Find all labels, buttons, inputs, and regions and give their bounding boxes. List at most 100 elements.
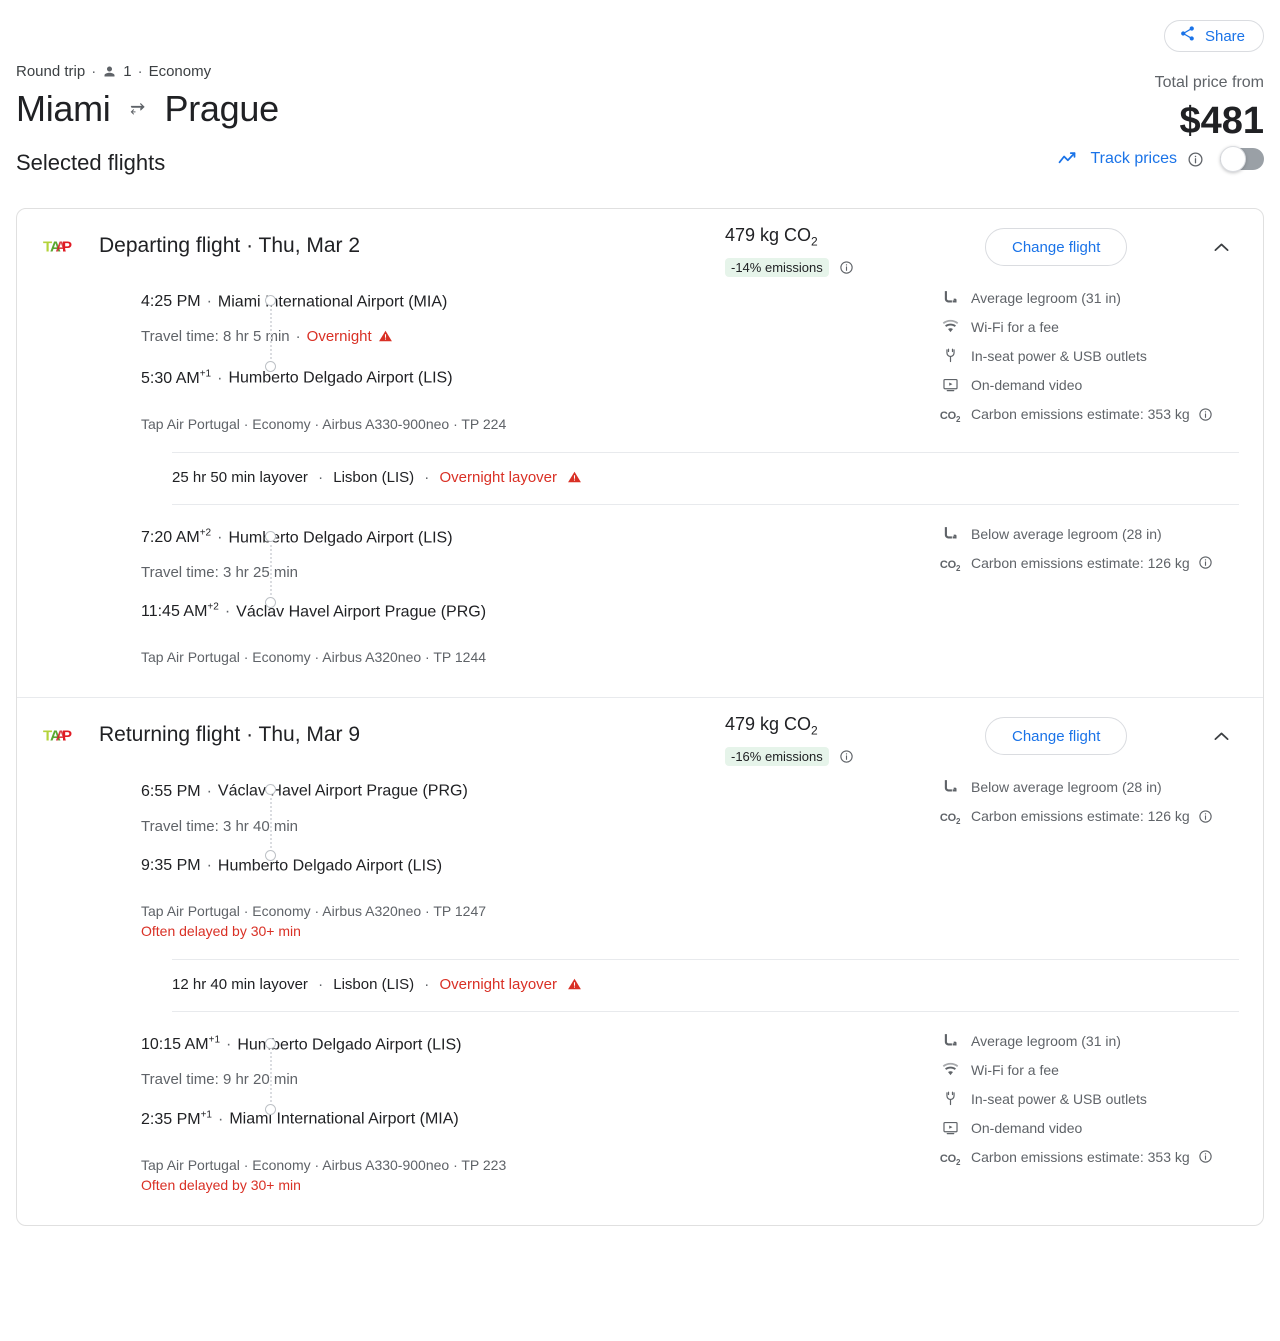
departure-airport: Humberto Delgado Airport (LIS) — [228, 528, 453, 546]
share-label: Share — [1204, 27, 1245, 45]
layover-city: Lisbon (LIS) — [333, 975, 415, 993]
power-outlet-icon — [941, 1088, 959, 1107]
collapse-flight-button[interactable] — [1207, 722, 1235, 750]
emissions-badge: -16% emissions — [725, 746, 829, 766]
travel-time-label: Travel time: 9 hr 20 min — [141, 1071, 298, 1089]
itinerary-card: T A A P Departing flight · Thu, Mar 2 47… — [16, 208, 1264, 1226]
amenity-info-icon[interactable] — [1198, 555, 1213, 570]
total-price-label: Total price from — [1154, 74, 1264, 91]
trend-line-icon — [1054, 149, 1080, 169]
swap-arrows-icon — [125, 99, 151, 119]
timeline-arrival-dot — [265, 361, 276, 372]
segment-operator-meta: Tap Air Portugal · Economy · Airbus A320… — [141, 902, 487, 919]
amenity-item: CO2 Carbon emissions estimate: 353 kg — [940, 1146, 1263, 1174]
selected-flights-bar: Selected flights Track prices — [16, 146, 1264, 198]
selected-flights-title: Selected flights — [16, 150, 166, 175]
collapse-flight-button[interactable] — [1207, 233, 1235, 261]
svg-text:P: P — [62, 239, 72, 256]
amenity-label: Carbon emissions estimate: 126 kg — [971, 554, 1190, 571]
amenity-label: Below average legroom (28 in) — [971, 779, 1162, 796]
warning-triangle-icon — [378, 329, 393, 349]
emissions-total: 479 kg CO2 — [725, 714, 818, 738]
share-button[interactable]: Share — [1163, 20, 1264, 52]
amenity-label: Average legroom (31 in) — [971, 290, 1121, 306]
segment-operator-meta: Tap Air Portugal · Economy · Airbus A320… — [141, 649, 487, 666]
flight-segment: 10:15 AM+1 · Humberto Delgado Airport (LIS… — [17, 1026, 1263, 1213]
amenity-info-icon[interactable] — [1198, 407, 1213, 422]
emissions-info-icon[interactable] — [839, 260, 854, 275]
departure-airport: Miami International Airport (MIA) — [217, 293, 448, 311]
amenity-item: Below average legroom (28 in) — [941, 523, 1263, 545]
video-icon — [941, 374, 959, 393]
amenity-label: Wi-Fi for a fee — [971, 319, 1059, 335]
layover-row: 12 hr 40 min layover · Lisbon (LIS) · Ov… — [172, 958, 1239, 1012]
svg-text:P: P — [62, 728, 72, 745]
flight-header: T A A P Departing flight · Thu, Mar 2 47… — [17, 209, 1263, 283]
flight-direction-title: Departing flight · Thu, Mar 2 — [99, 234, 361, 257]
departure-time: 10:15 AM+1 — [141, 1034, 221, 1054]
amenity-label: Average legroom (31 in) — [971, 1032, 1121, 1049]
arrival-airport: Miami International Airport (MIA) — [229, 1110, 459, 1128]
meta-dot-2: · — [137, 63, 143, 80]
power-outlet-icon — [941, 345, 959, 364]
passenger-icon — [102, 64, 117, 79]
change-flight-button[interactable]: Change flight — [985, 717, 1128, 756]
warning-triangle-icon — [567, 470, 582, 488]
co2-icon: CO2 — [939, 812, 961, 827]
segment-amenities: Below average legroom (28 in) CO2 Carbon… — [939, 776, 1263, 840]
emissions-total: 479 kg CO2 — [725, 225, 818, 249]
arrival-time: 2:35 PM+1 — [141, 1109, 212, 1128]
amenity-item: Average legroom (31 in) — [941, 287, 1263, 309]
arrival-airport: Humberto Delgado Airport (LIS) — [217, 856, 443, 874]
track-prices-control[interactable]: Track prices — [1054, 146, 1264, 172]
arrival-time: 9:35 PM — [141, 856, 201, 874]
passenger-count: 1 — [123, 63, 132, 80]
amenity-item: CO2 Carbon emissions estimate: 126 kg — [939, 552, 1263, 580]
amenity-label: Wi-Fi for a fee — [971, 1061, 1059, 1078]
video-icon — [941, 1117, 959, 1136]
total-price-value: $481 — [1179, 100, 1264, 142]
warning-triangle-icon — [567, 977, 582, 995]
emissions-info-icon[interactable] — [839, 749, 854, 764]
wifi-icon — [941, 316, 959, 335]
wifi-icon — [941, 1059, 959, 1078]
amenity-item: In-seat power & USB outlets — [941, 1088, 1263, 1110]
amenity-label: Carbon emissions estimate: 126 kg — [971, 808, 1190, 825]
timeline-departure-dot — [265, 530, 276, 542]
timeline-departure-dot — [265, 295, 276, 306]
amenity-label: On-demand video — [971, 1119, 1083, 1136]
segment-delay-note: Often delayed by 30+ min — [141, 922, 301, 939]
track-prices-info-icon[interactable] — [1187, 151, 1204, 168]
amenity-info-icon[interactable] — [1198, 809, 1213, 824]
timeline-arrival-dot — [265, 1103, 276, 1115]
flight-direction-title: Returning flight · Thu, Mar 9 — [99, 723, 361, 747]
change-flight-button[interactable]: Change flight — [985, 228, 1128, 266]
destination-city: Prague — [164, 88, 280, 129]
segment-amenities: Average legroom (31 in) Wi-Fi for a fee … — [940, 287, 1263, 438]
co2-icon: CO2 — [939, 558, 961, 573]
amenity-info-icon[interactable] — [1198, 1149, 1213, 1164]
origin-city: Miami — [16, 88, 111, 129]
amenity-item: On-demand video — [941, 1117, 1263, 1139]
segment-arrival-row: 9:35 PM · Humberto Delgado Airport (LIS) — [141, 856, 443, 874]
amenity-item: On-demand video — [941, 374, 1263, 396]
legroom-icon — [941, 1030, 959, 1049]
layover-row: 25 hr 50 min layover · Lisbon (LIS) · Ov… — [172, 451, 1239, 505]
meta-dot-1: · — [91, 63, 97, 80]
toggle-knob — [1220, 146, 1246, 172]
track-prices-label: Track prices — [1090, 150, 1177, 167]
amenity-label: On-demand video — [971, 377, 1083, 393]
track-prices-toggle[interactable] — [1220, 146, 1264, 172]
travel-time-label: Travel time: 3 hr 40 min — [141, 817, 298, 835]
arrival-airport: Humberto Delgado Airport (LIS) — [228, 369, 453, 387]
amenity-label: Carbon emissions estimate: 353 kg — [971, 1148, 1190, 1165]
legroom-below-icon — [941, 776, 959, 795]
timeline-connector — [270, 309, 272, 359]
flight-header: T A A P Returning flight · Thu, Mar 9 47… — [17, 698, 1263, 772]
timeline-connector — [270, 544, 272, 595]
travel-time-label: Travel time: 8 hr 5 min — [141, 328, 290, 346]
layover-duration: 12 hr 40 min layover — [172, 975, 308, 993]
timeline-connector — [270, 798, 272, 849]
arrival-time: 11:45 AM+2 — [141, 601, 219, 621]
layover-warning-label: Overnight layover — [439, 975, 558, 993]
